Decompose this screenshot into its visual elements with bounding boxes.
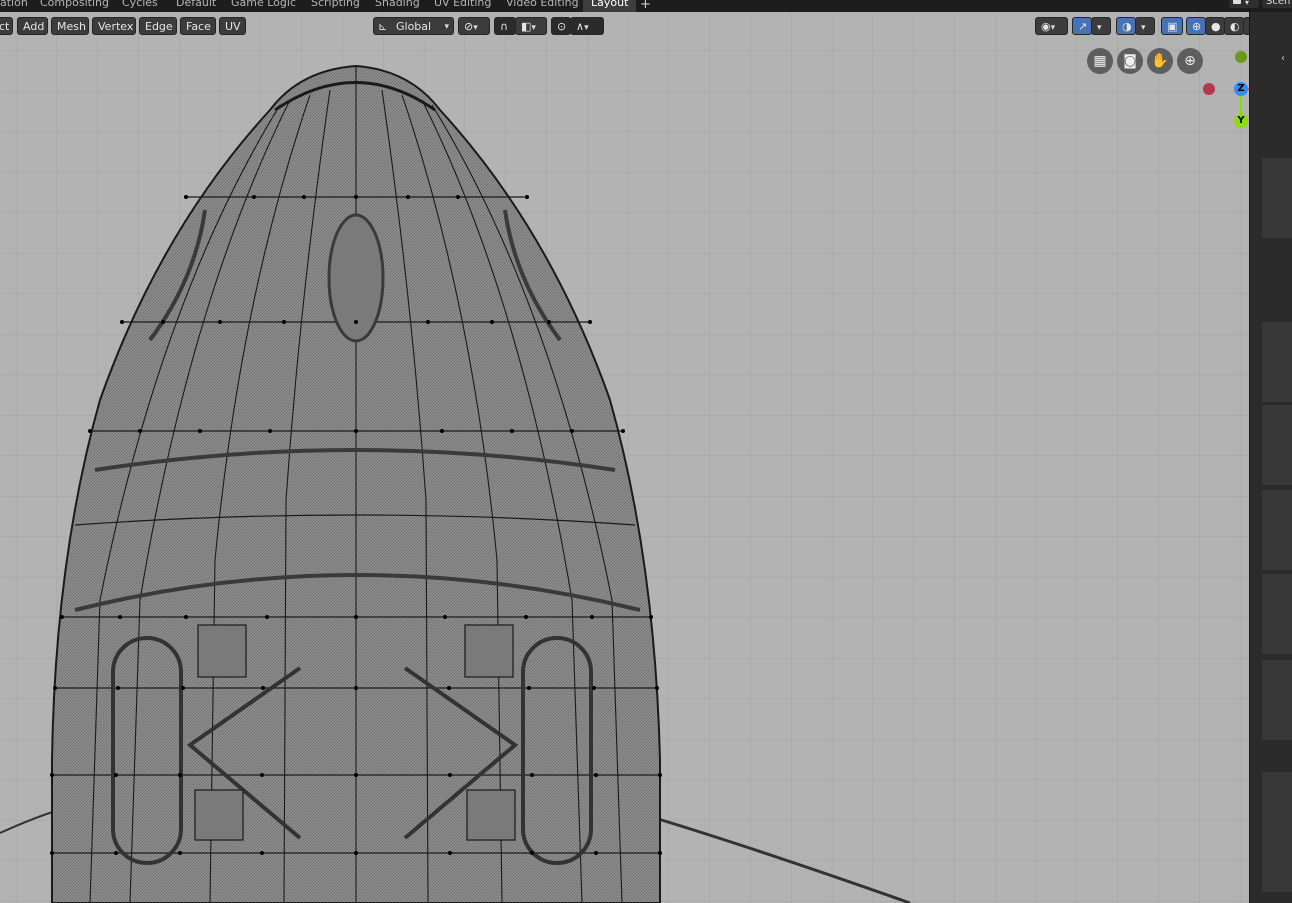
snap-target-dropdown[interactable]: ◧▾	[515, 17, 547, 35]
sidebar-expand-icon[interactable]: ‹	[1281, 53, 1285, 64]
gizmo-y-axis[interactable]: Y	[1234, 114, 1248, 128]
camera-view-button[interactable]: ◙	[1117, 48, 1143, 74]
pan-view-button[interactable]: ✋	[1147, 48, 1173, 74]
tab-default[interactable]: Default	[168, 0, 224, 12]
proportional-edit-icon: ⊙	[557, 20, 567, 33]
snap-toggle[interactable]: ∩	[494, 17, 516, 35]
gizmo-z-axis[interactable]: Z	[1234, 82, 1248, 96]
chevron-down-icon: ▾	[1141, 23, 1146, 33]
menu-face[interactable]: Face	[180, 17, 216, 35]
falloff-curve-icon: ∧	[576, 20, 585, 33]
3d-viewport[interactable]	[0, 12, 1249, 903]
gizmo-options-dropdown[interactable]: ▾	[1091, 17, 1111, 35]
sidebar-tab[interactable]	[1262, 772, 1292, 892]
eye-icon: ◉	[1041, 20, 1051, 33]
chevron-down-icon: ▾	[444, 22, 449, 32]
menu-edge[interactable]: Edge	[139, 17, 177, 35]
shading-wireframe-button[interactable]: ⊕	[1186, 17, 1206, 35]
snap-target-icon: ◧	[521, 20, 532, 33]
menu-mesh[interactable]: Mesh	[51, 17, 89, 35]
tab-compositing[interactable]: Compositing	[32, 0, 117, 12]
menu-add[interactable]: Add	[17, 17, 48, 35]
overlay-icon: ◑	[1122, 20, 1132, 33]
add-workspace-button[interactable]: +	[640, 0, 651, 12]
sidebar-tab[interactable]	[1262, 158, 1292, 238]
magnet-icon: ∩	[500, 20, 509, 33]
menu-select[interactable]: ct	[0, 17, 13, 35]
gizmo-toggle[interactable]: ↗	[1072, 17, 1092, 35]
sidebar-tab[interactable]	[1262, 660, 1292, 740]
workspace-tab-bar: ation Compositing Cycles Default Game Lo…	[0, 0, 1292, 12]
menu-vertex[interactable]: Vertex	[92, 17, 136, 35]
tab-video-editing[interactable]: Video Editing	[498, 0, 587, 12]
tab-scripting[interactable]: Scripting	[303, 0, 368, 12]
chevron-down-icon: ▾	[1050, 23, 1056, 33]
falloff-dropdown[interactable]: ∧▾	[570, 17, 604, 35]
tab-animation[interactable]: ation	[0, 0, 36, 12]
camera-icon: ◙	[1123, 53, 1137, 69]
scene-name-field[interactable]: Scen	[1262, 0, 1292, 8]
pivot-point-dropdown[interactable]: ⊘▾	[458, 17, 490, 35]
tab-layout[interactable]: Layout	[583, 0, 637, 12]
xray-icon: ▣	[1167, 20, 1178, 33]
proportional-edit-toggle[interactable]: ⊙	[551, 17, 571, 35]
svg-text:▾: ▾	[1245, 0, 1249, 7]
material-shading-icon: ◐	[1230, 20, 1240, 33]
sidebar-tab[interactable]	[1262, 574, 1292, 654]
sidebar-tab[interactable]	[1262, 490, 1292, 570]
shading-material-button[interactable]: ◐	[1224, 17, 1244, 35]
solid-shading-icon: ●	[1211, 20, 1221, 33]
chevron-down-icon: ▾	[584, 23, 589, 33]
xray-toggle[interactable]: ▣	[1161, 17, 1183, 35]
chevron-down-icon: ▾	[1097, 23, 1102, 33]
transform-orientation-value: Global	[396, 20, 432, 33]
grid-icon: ▦	[1093, 53, 1107, 69]
wireframe-shading-icon: ⊕	[1192, 20, 1202, 33]
overlay-options-dropdown[interactable]: ▾	[1135, 17, 1155, 35]
toggle-grid-view-button[interactable]: ▦	[1087, 48, 1113, 74]
tab-cycles[interactable]: Cycles	[114, 0, 166, 12]
tab-game-logic[interactable]: Game Logic	[223, 0, 304, 12]
overlay-toggle[interactable]: ◑	[1116, 17, 1136, 35]
transform-axes-icon: ⊾	[378, 20, 388, 33]
visibility-dropdown[interactable]: ◉▾	[1035, 17, 1068, 35]
hand-icon: ✋	[1151, 53, 1169, 69]
sidebar-tab[interactable]	[1262, 405, 1292, 485]
tab-uv-editing[interactable]: UV Editing	[426, 0, 499, 12]
chevron-down-icon: ▾	[473, 23, 478, 33]
scene-selector-icon[interactable]: ▾	[1229, 0, 1259, 8]
link-icon: ⊘	[464, 20, 474, 33]
shading-solid-button[interactable]: ●	[1205, 17, 1225, 35]
tab-shading[interactable]: Shading	[367, 0, 428, 12]
sidebar-tab[interactable]	[1262, 322, 1292, 402]
gizmo-icon: ↗	[1078, 20, 1088, 33]
chevron-down-icon: ▾	[531, 23, 536, 33]
menu-uv[interactable]: UV	[219, 17, 246, 35]
transform-orientation-dropdown[interactable]: ⊾ Global ▾	[373, 17, 454, 35]
